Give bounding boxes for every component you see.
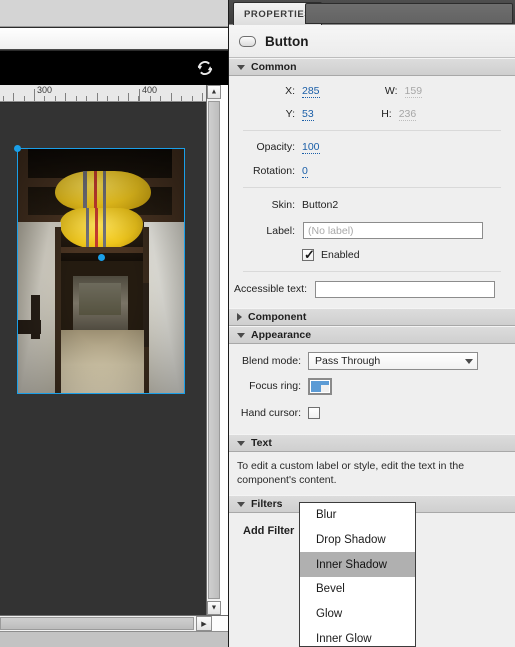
divider (243, 130, 501, 131)
vertical-scrollbar[interactable]: ▲ ▼ (206, 85, 221, 615)
ruler-label-400: 400 (142, 85, 158, 95)
focus-ring-color-swatch[interactable] (308, 377, 332, 395)
section-header-appearance[interactable]: Appearance (229, 326, 515, 344)
canvas-work-area[interactable] (0, 103, 210, 615)
chevron-down-icon (465, 358, 473, 364)
stage-area: 300 400 ▲ ▼ ▶ (0, 0, 228, 647)
text-note-line1: To edit a custom label or style, edit th… (237, 460, 465, 472)
y-value[interactable]: 53 (302, 108, 314, 121)
enabled-label: Enabled (321, 249, 360, 261)
horizontal-scroll-thumb[interactable] (0, 617, 194, 630)
menu-item-label: Blur (316, 509, 337, 522)
scrollbar-corner (212, 616, 228, 631)
divider (243, 187, 501, 188)
blend-mode-value: Pass Through (315, 355, 381, 367)
selected-image-bounds[interactable] (14, 145, 185, 394)
chevron-down-icon (237, 64, 245, 70)
menu-item-label: Drop Shadow (316, 534, 386, 547)
section-body-text: To edit a custom label or style, edit th… (229, 452, 515, 495)
checkmark-icon: ✓ (304, 247, 315, 262)
h-label: H: (381, 108, 392, 120)
x-label: X: (285, 85, 295, 97)
scroll-down-button[interactable]: ▼ (207, 601, 221, 615)
enabled-checkbox[interactable]: ✓ (302, 247, 315, 262)
accessible-text-label: Accessible text: (234, 283, 307, 295)
button-shape-icon (239, 35, 256, 47)
status-bar-strip (0, 631, 228, 647)
h-value: 236 (398, 107, 417, 121)
scroll-up-arrow-icon: ▲ (210, 88, 218, 96)
w-value: 159 (404, 84, 423, 98)
menu-item-label: Glow (316, 608, 343, 621)
rotation-label: Rotation: (252, 165, 295, 177)
tab-bar-filler (305, 3, 513, 24)
chevron-right-icon (237, 313, 242, 321)
selection-handle-top-left[interactable] (14, 145, 21, 152)
refresh-icon[interactable] (196, 59, 214, 77)
menu-item-drop-shadow[interactable]: Drop Shadow (300, 528, 415, 553)
blend-mode-label: Blend mode: (242, 355, 301, 367)
page-title: Button (265, 33, 309, 49)
w-label: W: (384, 85, 398, 97)
swatch-dropdown-corner-icon (321, 384, 329, 392)
opacity-label: Opacity: (256, 141, 295, 153)
top-toolbar-strip (0, 0, 228, 27)
tab-properties-label: PROPERTIES (244, 8, 312, 20)
text-note-line2: component's content. (237, 474, 337, 486)
panel-tab-bar: PROPERTIES (229, 0, 515, 25)
chevron-down-icon (237, 332, 245, 338)
scroll-gutter (220, 85, 228, 615)
horizontal-ruler: 300 400 (0, 85, 210, 102)
horizontal-scrollbar[interactable]: ▶ (0, 615, 228, 631)
hand-cursor-label: Hand cursor: (240, 407, 301, 419)
section-title-common: Common (251, 61, 297, 73)
scroll-down-arrow-icon: ▼ (210, 604, 218, 612)
scroll-right-arrow-icon: ▶ (201, 620, 207, 628)
label-input[interactable]: (No label) (303, 222, 483, 239)
hand-cursor-checkbox[interactable] (308, 407, 320, 419)
section-body-common: X: 285 W: 159 Y: 53 H: 236 Opacity: 100 … (229, 76, 515, 308)
x-value[interactable]: 285 (302, 85, 320, 98)
section-header-text[interactable]: Text (229, 434, 515, 452)
menu-item-glow[interactable]: Glow (300, 602, 415, 627)
divider (243, 271, 501, 272)
hallway-kayak-photo (18, 149, 184, 393)
focus-ring-label: Focus ring: (249, 380, 301, 392)
section-title-component: Component (248, 311, 307, 323)
section-title-appearance: Appearance (251, 329, 312, 341)
chevron-down-icon (237, 501, 245, 507)
menu-item-bevel[interactable]: Bevel (300, 577, 415, 602)
blend-mode-select[interactable]: Pass Through (308, 352, 478, 370)
y-label: Y: (285, 108, 295, 120)
menu-item-label: Bevel (316, 583, 345, 596)
menu-item-blur[interactable]: Blur (300, 503, 415, 528)
menu-item-label: Inner Glow (316, 632, 372, 645)
application-window: 300 400 ▲ ▼ ▶ PROPERTIES Button Common X… (0, 0, 515, 647)
section-header-component[interactable]: Component (229, 308, 515, 326)
document-tab-strip[interactable] (0, 28, 228, 50)
scroll-right-button[interactable]: ▶ (196, 616, 212, 631)
menu-item-inner-glow[interactable]: Inner Glow (300, 626, 415, 646)
skin-value[interactable]: Button2 (302, 199, 338, 211)
skin-label: Skin: (271, 199, 295, 211)
selection-handle-bottom-center[interactable] (97, 253, 105, 261)
scroll-up-button[interactable]: ▲ (207, 85, 221, 99)
stage-top-black-bar (0, 51, 228, 85)
text-section-note: To edit a custom label or style, edit th… (229, 452, 515, 495)
section-title-text: Text (251, 437, 272, 449)
chevron-down-icon (237, 440, 245, 446)
section-body-appearance: Blend mode: Pass Through Focus ring: Han… (229, 344, 515, 434)
vertical-scroll-thumb[interactable] (208, 101, 220, 599)
menu-item-inner-shadow[interactable]: Inner Shadow (300, 552, 415, 578)
section-title-filters: Filters (251, 498, 283, 510)
label-field-label: Label: (266, 224, 295, 237)
rotation-value[interactable]: 0 (302, 165, 308, 178)
accessible-text-input[interactable] (315, 280, 495, 298)
filter-dropdown-menu[interactable]: Blur Drop Shadow Inner Shadow Bevel Glow… (299, 502, 416, 647)
opacity-value[interactable]: 100 (302, 141, 320, 154)
selected-object-header: Button (229, 25, 515, 58)
ruler-label-300: 300 (37, 85, 53, 95)
section-header-common[interactable]: Common (229, 58, 515, 76)
menu-item-label: Inner Shadow (316, 558, 387, 571)
